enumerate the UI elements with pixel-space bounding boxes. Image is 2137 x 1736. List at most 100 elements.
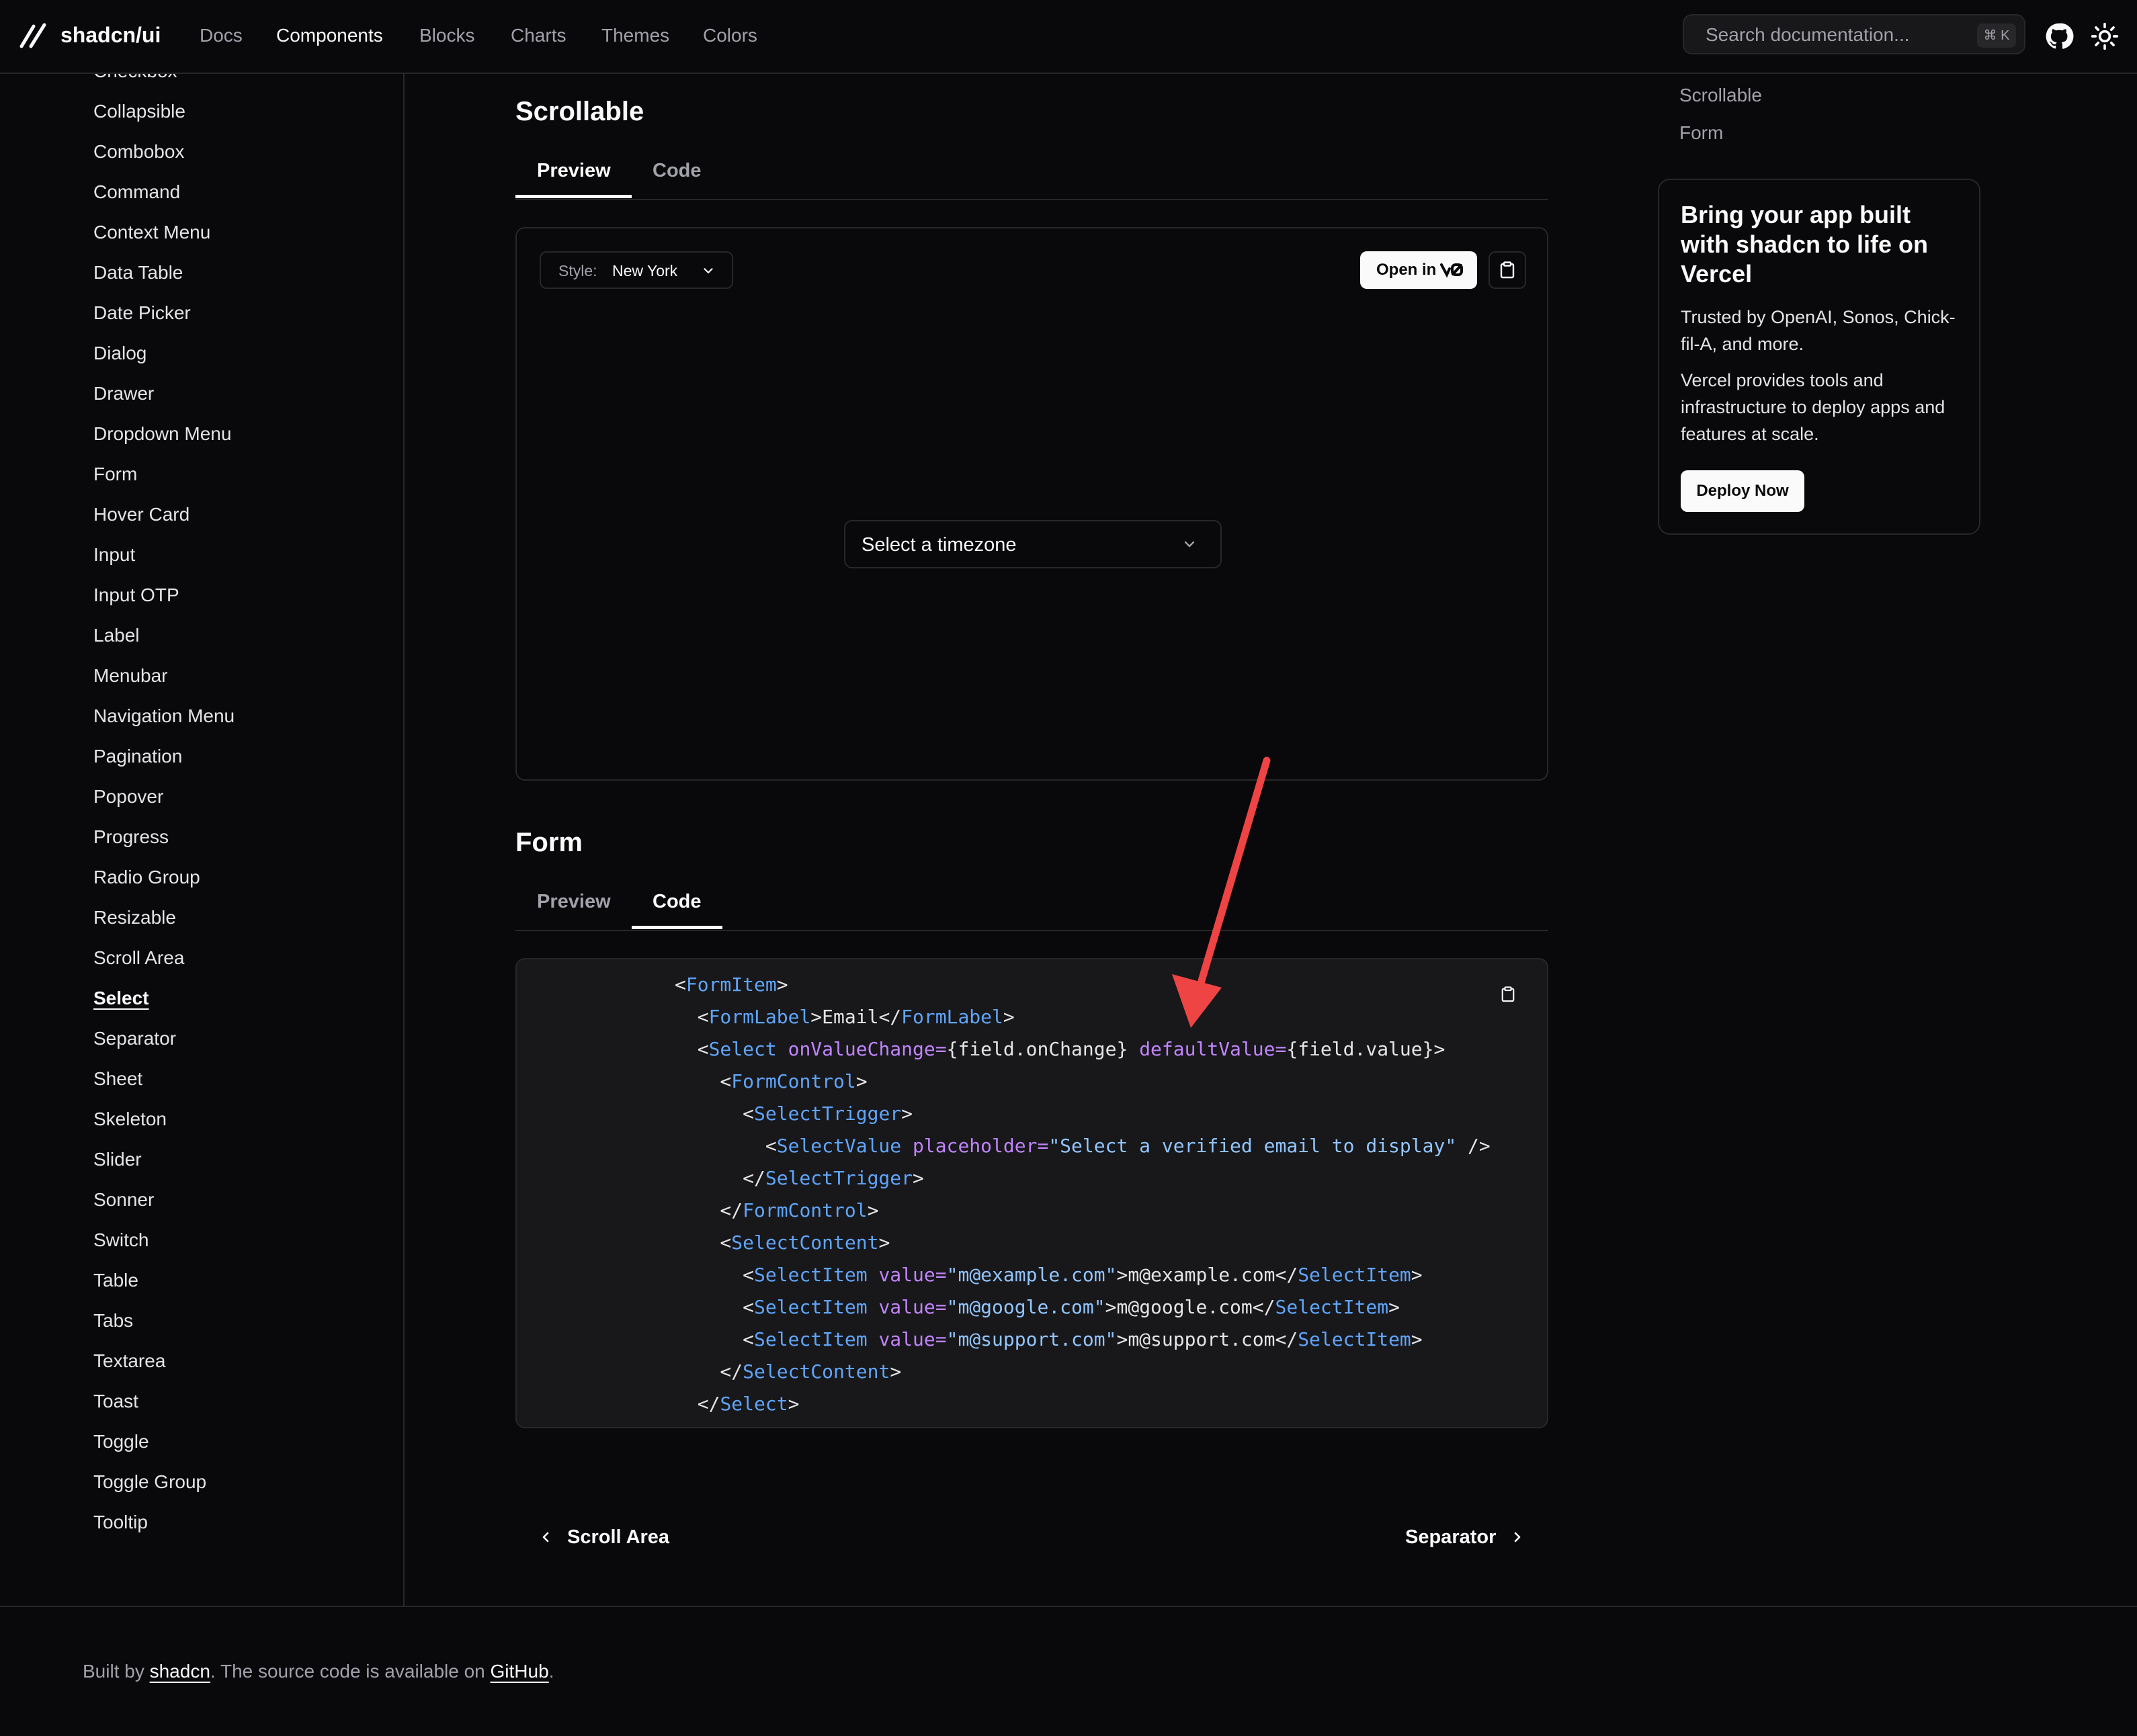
sun-icon[interactable] [2090,21,2120,51]
code-line: <SelectItem value="m@google.com">m@googl… [675,1291,1400,1323]
copy-code-button[interactable] [1489,251,1526,289]
form-tabs: Preview Code [515,876,1548,931]
code-line: </SelectTrigger> [675,1162,924,1195]
nav-themes[interactable]: Themes [601,22,669,49]
code-token: < [675,1102,755,1125]
deploy-now-button[interactable]: Deploy Now [1681,470,1804,512]
code-token: {field.onChange} [946,1038,1140,1060]
code-token: defaultValue [1139,1038,1275,1060]
sidebar-item[interactable]: Pagination [93,743,182,770]
footer-github-link[interactable]: GitHub [491,1661,549,1682]
code-token: SelectItem [754,1264,868,1286]
section-title-scrollable: Scrollable [515,97,644,126]
code-token: value [878,1328,935,1350]
sidebar-item[interactable]: Table [93,1267,138,1294]
annotation-arrow-icon [1172,756,1271,1028]
footer-prefix: Built by [83,1661,150,1682]
code-token: < [675,1038,709,1060]
code-token: = [935,1328,947,1350]
code-token: SelectTrigger [765,1167,913,1189]
scrollable-tabs: Preview Code [515,145,1548,200]
sidebar-item[interactable]: Separator [93,1025,176,1052]
sidebar-item[interactable]: Input OTP [93,582,179,609]
sidebar-item[interactable]: Sheet [93,1066,142,1092]
sidebar-item[interactable]: Menubar [93,662,168,689]
tab-preview[interactable]: Preview [537,156,611,185]
sidebar-item[interactable]: Command [93,179,180,206]
toc-item-form[interactable]: Form [1679,120,1723,146]
tab-preview[interactable]: Preview [537,887,611,916]
timezone-select[interactable]: Select a timezone [844,520,1222,568]
code-line: </FormControl> [675,1195,878,1227]
sidebar-item[interactable]: Data Table [93,259,183,286]
sidebar-item[interactable]: Toggle Group [93,1469,206,1495]
sidebar-item[interactable]: Date Picker [93,300,191,327]
sidebar-item[interactable]: Label [93,622,140,649]
code-token: < [675,1135,777,1157]
code-line: <SelectContent> [675,1227,890,1259]
shadcn-logo-icon[interactable] [19,22,48,49]
sidebar-item[interactable]: Slider [93,1146,142,1173]
clipboard-icon[interactable] [1501,986,1515,1002]
sidebar-item[interactable]: Toggle [93,1428,149,1455]
search-shortcut-badge: ⌘ K [1977,24,2016,48]
nav-components[interactable]: Components [276,22,383,49]
sidebar-item[interactable]: Form [93,461,137,488]
sidebar-item[interactable]: Dialog [93,340,146,367]
sidebar-item[interactable]: Switch [93,1227,149,1254]
pager-next-link[interactable]: Separator [1405,1524,1525,1551]
github-icon[interactable] [2044,21,2074,51]
pager-prev-link[interactable]: Scroll Area [538,1524,669,1551]
tab-code[interactable]: Code [653,887,702,916]
sidebar-item[interactable]: Tooltip [93,1509,148,1536]
sidebar-item[interactable]: Resizable [93,904,176,931]
promo-trusted-text: Trusted by OpenAI, Sonos, Chick-fil-A, a… [1681,307,1956,354]
code-token: < [675,1264,755,1286]
sidebar-item[interactable]: Combobox [93,138,184,165]
sidebar-item[interactable]: Toast [93,1388,138,1415]
code-token: < [675,1328,755,1350]
nav-charts[interactable]: Charts [511,22,566,49]
code-token: Select [720,1393,788,1415]
footer-author-link[interactable]: shadcn [150,1661,210,1682]
code-token: </ [675,1199,743,1221]
pager-prev-label: Scroll Area [567,1526,670,1548]
code-token: > [913,1167,924,1189]
site-header: shadcn/ui Docs Components Blocks Charts … [0,0,2137,74]
sidebar-item[interactable]: Skeleton [93,1106,167,1133]
code-block[interactable]: <FormItem> <FormLabel>Email</FormLabel> … [515,958,1548,1428]
sidebar-item[interactable]: Drawer [93,380,154,407]
chevron-down-icon [704,268,713,273]
code-line: </Select> [675,1388,800,1420]
brand-name[interactable]: shadcn/ui [60,20,161,50]
search-input[interactable]: Search documentation... ⌘ K [1683,14,2025,54]
nav-blocks[interactable]: Blocks [419,22,474,49]
open-in-v0-button[interactable]: Open in [1360,251,1477,289]
code-token: </ [675,1393,720,1415]
tab-code[interactable]: Code [653,156,702,185]
sidebar-item[interactable]: Popover [93,783,163,810]
sidebar-item[interactable]: Dropdown Menu [93,421,231,447]
code-token: = [935,1038,947,1060]
style-select[interactable]: Style: New York [540,251,733,289]
sidebar-item[interactable]: Tabs [93,1307,133,1334]
sidebar-item[interactable]: Collapsible [93,98,185,125]
sidebar-item[interactable]: Input [93,541,135,568]
nav-colors[interactable]: Colors [703,22,757,49]
sidebar-item[interactable]: Scroll Area [93,945,184,971]
toc-item-scrollable[interactable]: Scrollable [1679,82,1762,109]
sidebar-item[interactable]: Navigation Menu [93,703,235,730]
code-token: SelectItem [1275,1296,1389,1318]
section-title-form: Form [515,828,583,857]
sidebar-item[interactable]: Context Menu [93,219,210,246]
sidebar-item[interactable]: Sonner [93,1186,154,1213]
sidebar-item[interactable]: Progress [93,824,169,851]
sidebar-item[interactable]: Hover Card [93,501,190,528]
sidebar-item[interactable]: Radio Group [93,864,200,891]
code-token: > [1411,1328,1423,1350]
sidebar-item[interactable]: Textarea [93,1348,165,1375]
nav-docs[interactable]: Docs [200,22,243,49]
sidebar-item[interactable]: Select [93,985,149,1012]
